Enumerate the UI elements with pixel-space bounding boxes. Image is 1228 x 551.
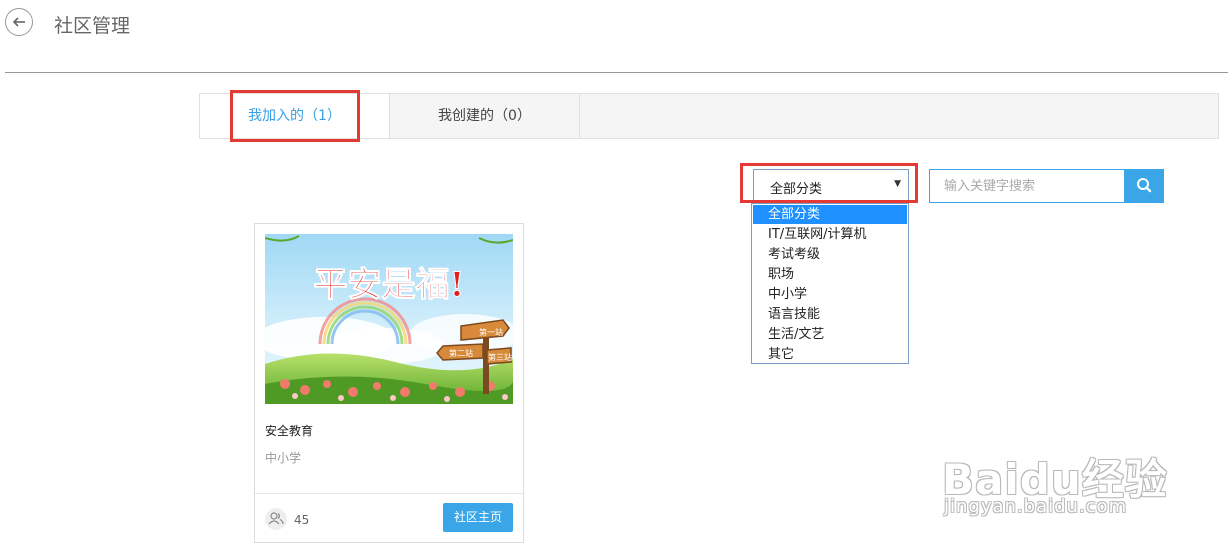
tab-joined[interactable]: 我加入的（1） bbox=[200, 94, 390, 138]
baidu-watermark: Baidu经验 jingyan.baidu.com bbox=[942, 428, 1222, 528]
tab-created[interactable]: 我创建的（0） bbox=[390, 94, 580, 138]
tab-bar: 我加入的（1） 我创建的（0） bbox=[199, 93, 1219, 139]
search-icon bbox=[1137, 178, 1152, 193]
sign-label: 第一站 bbox=[479, 327, 503, 337]
dropdown-option[interactable]: 中小学 bbox=[753, 285, 907, 304]
members-icon bbox=[265, 508, 287, 530]
page-title: 社区管理 bbox=[54, 15, 131, 37]
community-category: 中小学 bbox=[265, 451, 302, 465]
community-title[interactable]: 安全教育 bbox=[265, 422, 313, 439]
dropdown-option[interactable]: 考试考级 bbox=[753, 245, 907, 264]
cover-banner-text: 平安是福! bbox=[314, 265, 465, 305]
back-button[interactable] bbox=[5, 8, 33, 36]
sign-label: 第三站 bbox=[488, 352, 512, 362]
category-dropdown: 全部分类 IT/互联网/计算机 考试考级 职场 中小学 语言技能 生活/文艺 其… bbox=[751, 203, 909, 364]
caret-down-icon: ▼ bbox=[894, 179, 901, 189]
community-home-button[interactable]: 社区主页 bbox=[443, 503, 513, 532]
dropdown-option[interactable]: 语言技能 bbox=[753, 305, 907, 324]
dropdown-option[interactable]: 其它 bbox=[753, 345, 907, 364]
header-divider bbox=[5, 72, 1228, 73]
search-input[interactable] bbox=[929, 169, 1125, 203]
category-select-value: 全部分类 bbox=[770, 182, 823, 197]
dropdown-option[interactable]: IT/互联网/计算机 bbox=[753, 225, 907, 244]
search-button[interactable] bbox=[1125, 169, 1164, 203]
member-count: 45 bbox=[294, 513, 310, 527]
dropdown-option[interactable]: 全部分类 bbox=[753, 205, 907, 224]
community-cover-image: 第一站 第二站 第三站 平安是福! bbox=[265, 234, 513, 404]
card-divider bbox=[255, 493, 523, 494]
dropdown-option[interactable]: 职场 bbox=[753, 265, 907, 284]
watermark-url: jingyan.baidu.com bbox=[944, 496, 1128, 517]
arrow-left-icon bbox=[12, 17, 25, 27]
dropdown-option[interactable]: 生活/文艺 bbox=[753, 325, 907, 344]
category-select[interactable]: 全部分类 ▼ bbox=[753, 169, 909, 202]
watermark-brand: Baidu经验 bbox=[942, 455, 1168, 504]
community-card[interactable]: 第一站 第二站 第三站 平安是福! 安全教育 中小学 45 社区主页 bbox=[254, 223, 524, 543]
sign-label: 第二站 bbox=[449, 348, 473, 358]
